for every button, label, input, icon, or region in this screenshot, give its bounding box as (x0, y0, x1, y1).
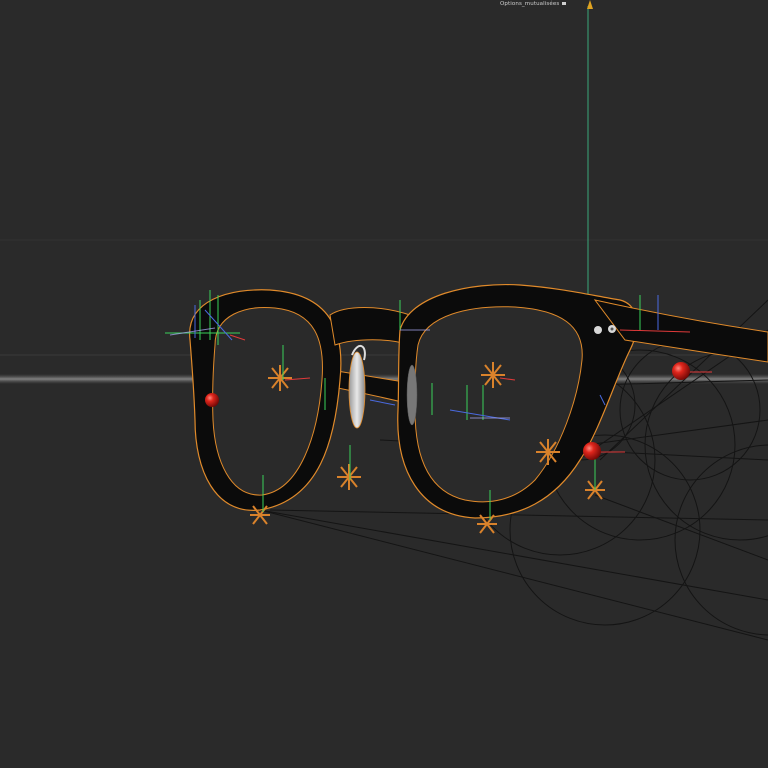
null-marker (481, 362, 505, 388)
joint-sphere (583, 442, 601, 460)
bridge (329, 307, 411, 346)
joint-sphere (205, 393, 219, 407)
null-marker (268, 365, 292, 391)
y-axis-arrow-icon (587, 0, 593, 9)
null-marker (536, 439, 560, 465)
nose-pad-left (348, 351, 366, 429)
hinge-rivet-1 (594, 326, 602, 334)
viewport-canvas[interactable] (0, 0, 768, 768)
3d-viewport[interactable]: Options_mutualisées (0, 0, 768, 768)
null-marker (337, 464, 361, 490)
joint-sphere (672, 362, 690, 380)
nose-pad-right (406, 364, 418, 426)
glasses-frame[interactable] (189, 283, 768, 519)
camera-label-text: Options_mutualisées (500, 1, 560, 7)
camera-icon (562, 2, 567, 5)
camera-label[interactable]: Options_mutualisées (500, 0, 567, 8)
